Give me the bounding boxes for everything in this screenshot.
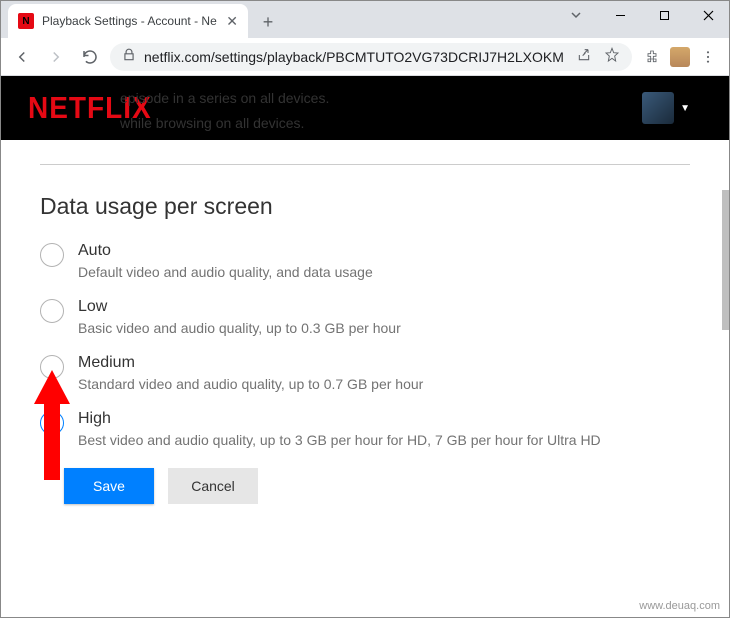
new-tab-button[interactable]: +: [254, 8, 282, 36]
option-high[interactable]: High Best video and audio quality, up to…: [40, 410, 690, 448]
option-auto-desc: Default video and audio quality, and dat…: [78, 264, 690, 280]
tab-title: Playback Settings - Account - Ne: [42, 14, 218, 28]
header-faded-text: episode in a series on all devices. whil…: [120, 86, 329, 136]
profile-avatar-icon[interactable]: [670, 47, 690, 67]
minimize-button[interactable]: [598, 0, 642, 30]
share-icon[interactable]: [576, 47, 592, 66]
bookmark-icon[interactable]: [604, 47, 620, 66]
option-high-desc: Best video and audio quality, up to 3 GB…: [78, 432, 690, 448]
address-bar[interactable]: netflix.com/settings/playback/PBCMTUTO2V…: [110, 43, 632, 71]
radio-medium[interactable]: [40, 355, 64, 379]
forward-button[interactable]: [42, 43, 70, 71]
option-low[interactable]: Low Basic video and audio quality, up to…: [40, 298, 690, 336]
url-text: netflix.com/settings/playback/PBCMTUTO2V…: [144, 49, 568, 65]
lock-icon: [122, 48, 136, 65]
browser-titlebar: N Playback Settings - Account - Ne ✕ +: [0, 0, 730, 38]
option-low-title: Low: [78, 298, 690, 316]
tab-close-icon[interactable]: ✕: [226, 13, 238, 30]
caret-down-icon: ▼: [680, 103, 690, 114]
divider: [40, 164, 690, 165]
netflix-favicon: N: [18, 13, 34, 29]
extensions-icon[interactable]: [642, 47, 662, 67]
netflix-header: NETFLIX episode in a series on all devic…: [0, 76, 730, 140]
close-window-button[interactable]: [686, 0, 730, 30]
menu-icon[interactable]: [698, 47, 718, 67]
page-heading: Data usage per screen: [40, 193, 690, 220]
scrollbar[interactable]: [722, 190, 730, 330]
profile-menu[interactable]: ▼: [642, 92, 690, 124]
radio-high[interactable]: [40, 411, 64, 435]
option-medium-title: Medium: [78, 354, 690, 372]
maximize-button[interactable]: [642, 0, 686, 30]
button-row: Save Cancel: [64, 468, 690, 504]
back-button[interactable]: [8, 43, 36, 71]
option-auto[interactable]: Auto Default video and audio quality, an…: [40, 242, 690, 280]
page-content: Data usage per screen Auto Default video…: [0, 140, 730, 504]
option-auto-title: Auto: [78, 242, 690, 260]
cancel-button[interactable]: Cancel: [168, 468, 258, 504]
browser-toolbar: netflix.com/settings/playback/PBCMTUTO2V…: [0, 38, 730, 76]
option-high-title: High: [78, 410, 690, 428]
save-button[interactable]: Save: [64, 468, 154, 504]
reload-button[interactable]: [76, 43, 104, 71]
chevron-down-icon[interactable]: [554, 0, 598, 30]
radio-auto[interactable]: [40, 243, 64, 267]
option-medium[interactable]: Medium Standard video and audio quality,…: [40, 354, 690, 392]
radio-low[interactable]: [40, 299, 64, 323]
watermark: www.deuaq.com: [639, 600, 720, 612]
option-medium-desc: Standard video and audio quality, up to …: [78, 376, 690, 392]
option-low-desc: Basic video and audio quality, up to 0.3…: [78, 320, 690, 336]
browser-tab[interactable]: N Playback Settings - Account - Ne ✕: [8, 4, 248, 38]
window-controls: [554, 0, 730, 30]
profile-avatar: [642, 92, 674, 124]
